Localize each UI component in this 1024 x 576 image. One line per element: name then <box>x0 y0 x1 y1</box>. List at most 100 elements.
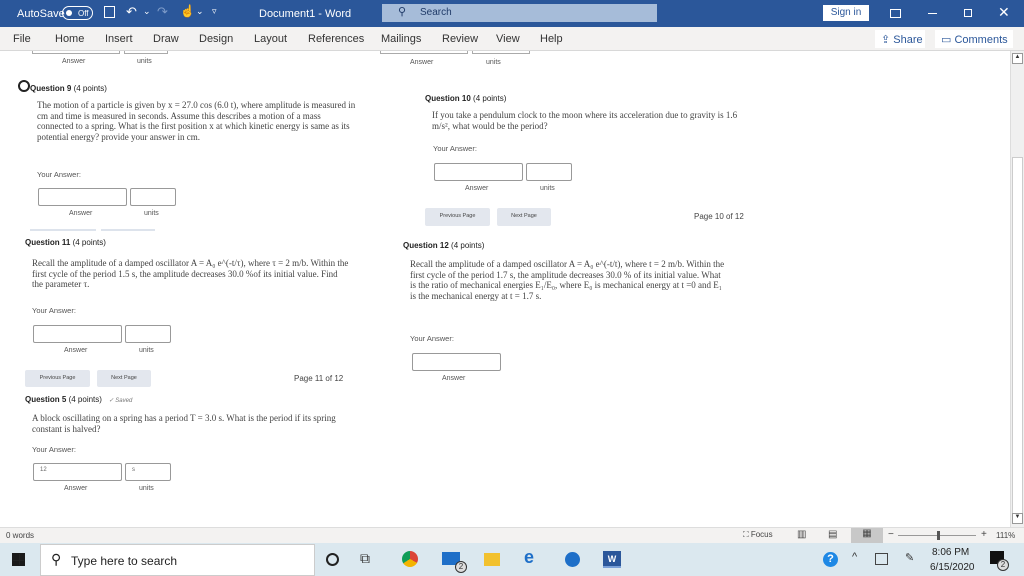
q10-previous-page-button[interactable]: Previous Page <box>425 208 490 226</box>
task-view-icon[interactable]: ⧉ <box>360 550 370 567</box>
q11-answer-label: Answer <box>64 347 88 354</box>
q9-units-input[interactable] <box>130 188 176 206</box>
title-bar: AutoSave Off ↶ ⌄ ↷ ☝ ⌄ ▿ Document1 - Wor… <box>0 0 1024 27</box>
touch-dropdown-icon[interactable]: ⌄ <box>196 6 204 17</box>
zoom-level[interactable]: 111% <box>996 531 1015 540</box>
close-icon[interactable]: ✕ <box>998 4 1010 21</box>
q12-answer-input[interactable] <box>412 353 501 371</box>
saved-indicator: ✓ Saved <box>108 398 133 404</box>
tray-app-icon[interactable] <box>875 553 888 565</box>
edge-icon[interactable]: e <box>524 547 534 568</box>
q9-units-label: units <box>144 210 159 217</box>
q11-your-answer: Your Answer: <box>32 306 76 315</box>
chrome-icon[interactable] <box>402 551 418 567</box>
tab-insert[interactable]: Insert <box>105 33 133 45</box>
q5-answer-input[interactable]: 12 <box>33 463 122 481</box>
save-icon[interactable] <box>104 6 115 18</box>
autosave-toggle[interactable]: Off <box>62 6 93 20</box>
q10-next-page-button[interactable]: Next Page <box>497 208 551 226</box>
units-box-partial[interactable] <box>472 51 530 54</box>
tab-view[interactable]: View <box>496 33 520 45</box>
q10-text: If you take a pendulum clock to the moon… <box>432 110 738 131</box>
customize-qat-icon[interactable]: ▿ <box>212 6 217 17</box>
scroll-down-arrow-icon[interactable]: ▼ <box>1012 513 1023 524</box>
sign-in-button[interactable]: Sign in <box>823 5 869 21</box>
print-layout-icon[interactable]: ▤ <box>828 529 837 540</box>
q10-answer-input[interactable] <box>434 163 523 181</box>
q9-your-answer: Your Answer: <box>37 170 81 179</box>
q11-title: Question 11 <box>25 238 71 247</box>
tab-draw[interactable]: Draw <box>153 33 179 45</box>
tab-file[interactable]: File <box>13 33 31 45</box>
q12-your-answer: Your Answer: <box>410 334 454 343</box>
read-mode-icon[interactable]: ▥ <box>797 529 806 540</box>
file-explorer-icon[interactable] <box>484 553 500 566</box>
q10-your-answer: Your Answer: <box>433 144 477 153</box>
q11-points: (4 points) <box>72 238 106 247</box>
q11-text: Recall the amplitude of a damped oscilla… <box>32 258 349 289</box>
q5-text: A block oscillating on a spring has a pe… <box>32 413 336 434</box>
document-canvas[interactable]: Answer units Answer units Question 9 (4 … <box>0 51 1010 527</box>
redo-icon[interactable]: ↷ <box>157 4 168 20</box>
comments-button[interactable]: ▭ Comments <box>935 30 1013 48</box>
zoom-out-button[interactable]: − <box>888 529 894 540</box>
word-count[interactable]: 0 words <box>6 531 34 540</box>
taskbar-search-box[interactable]: ⚲ Type here to search <box>40 544 315 576</box>
app-icon[interactable] <box>565 552 580 567</box>
zoom-slider-thumb[interactable] <box>936 531 940 540</box>
share-button[interactable]: ⇪ Share <box>875 30 925 48</box>
help-icon[interactable]: ? <box>823 552 838 567</box>
q9-answer-label: Answer <box>69 210 93 217</box>
search-label: Search <box>420 7 452 18</box>
search-icon: ⚲ <box>51 551 62 567</box>
zoom-in-button[interactable]: + <box>981 529 987 540</box>
q11-header: Question 11 (4 points) <box>25 238 106 247</box>
q12-points: (4 points) <box>451 241 485 250</box>
restore-icon[interactable] <box>964 9 972 17</box>
q9-answer-input[interactable] <box>38 188 127 206</box>
units-box-partial[interactable] <box>124 51 168 54</box>
ribbon-display-options-icon[interactable] <box>890 9 901 18</box>
share-label: Share <box>893 34 923 46</box>
q11-answer-input[interactable] <box>33 325 122 343</box>
zoom-slider[interactable] <box>898 531 976 540</box>
tab-home[interactable]: Home <box>55 33 84 45</box>
minimize-icon[interactable] <box>928 13 937 14</box>
focus-icon: ⛶ <box>743 530 751 539</box>
tab-design[interactable]: Design <box>199 33 233 45</box>
tab-review[interactable]: Review <box>442 33 478 45</box>
q11-units-input[interactable] <box>125 325 171 343</box>
undo-dropdown-icon[interactable]: ⌄ <box>143 6 151 17</box>
undo-icon[interactable]: ↶ <box>126 4 137 20</box>
q11-next-page-button[interactable]: Next Page <box>97 370 151 387</box>
search-box[interactable]: ⚲ Search <box>382 4 657 22</box>
clock-time[interactable]: 8:06 PM <box>932 547 969 558</box>
touch-mode-icon[interactable]: ☝ <box>180 4 195 18</box>
answer-box-partial[interactable] <box>32 51 120 54</box>
word-taskbar-icon[interactable]: W <box>603 551 621 568</box>
answer-box-partial[interactable] <box>380 51 468 54</box>
q11-previous-page-button[interactable]: Previous Page <box>25 370 90 387</box>
tab-layout[interactable]: Layout <box>254 33 287 45</box>
scroll-up-arrow-icon[interactable]: ▲ <box>1012 53 1023 64</box>
q10-page-indicator: Page 10 of 12 <box>694 212 744 221</box>
network-icon[interactable]: ✎ <box>905 551 914 564</box>
scroll-thumb[interactable] <box>1012 157 1023 521</box>
tab-mailings[interactable]: Mailings <box>381 33 421 45</box>
start-windows-icon[interactable] <box>12 553 25 566</box>
focus-button[interactable]: ⛶ Focus <box>743 530 773 540</box>
divider <box>30 229 96 233</box>
q5-units-input[interactable]: s <box>125 463 171 481</box>
clock-date[interactable]: 6/15/2020 <box>930 562 975 573</box>
q10-units-input[interactable] <box>526 163 572 181</box>
units-label: units <box>486 59 501 66</box>
cortana-icon[interactable] <box>326 553 339 566</box>
units-label: units <box>137 58 152 65</box>
tab-references[interactable]: References <box>308 33 364 45</box>
show-hidden-icons-chevron[interactable]: ^ <box>852 551 857 563</box>
autosave-state: Off <box>78 9 89 18</box>
web-layout-icon[interactable]: ▦ <box>851 528 883 543</box>
vertical-scrollbar[interactable]: ▲ ▼ <box>1010 51 1024 527</box>
q12-header: Question 12 (4 points) <box>403 241 484 250</box>
tab-help[interactable]: Help <box>540 33 563 45</box>
